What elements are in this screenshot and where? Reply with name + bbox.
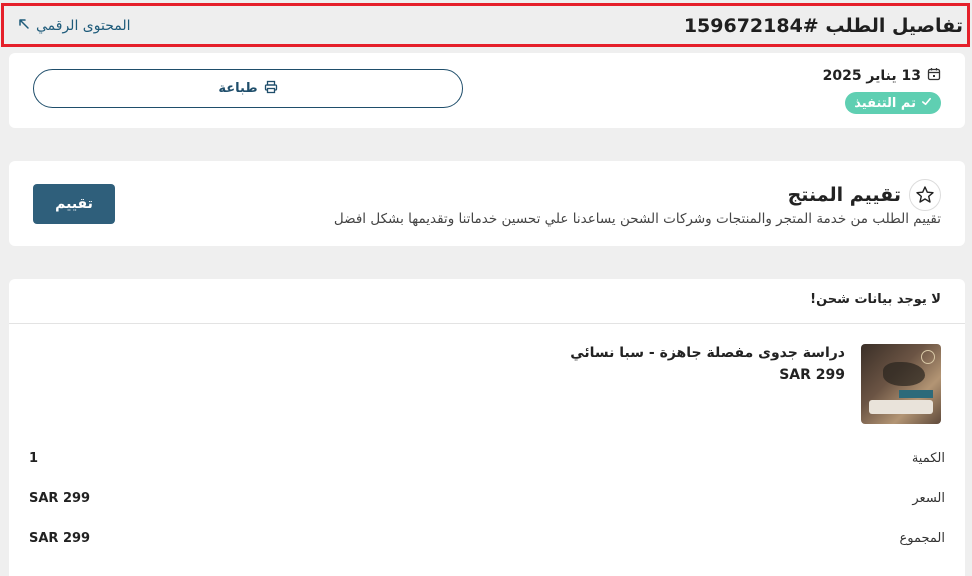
price-label: السعر (912, 491, 945, 506)
total-value: SAR 299 (29, 531, 91, 546)
product-price: SAR 299 (779, 367, 845, 383)
order-items-card: لا يوجد بيانات شحن! دراسة جدوى مفصلة جاه… (9, 279, 965, 576)
print-button[interactable]: طباعة (33, 69, 463, 108)
check-icon (921, 96, 932, 111)
star-icon (909, 179, 941, 211)
order-date-text: 13 يناير 2025 (822, 68, 921, 84)
calendar-icon (927, 67, 941, 85)
print-label: طباعة (218, 81, 258, 96)
product-image-tag (899, 390, 933, 398)
product-image-bed (869, 400, 933, 414)
no-shipping-data: لا يوجد بيانات شحن! (810, 292, 941, 307)
rate-button[interactable]: تقييم (33, 184, 115, 224)
divider (9, 323, 965, 324)
order-details-page: تفاصيل الطلب #159672184 المحتوى الرقمي 1… (0, 0, 972, 576)
quantity-label: الكمية (911, 451, 945, 466)
status-badge: تم التنفيذ (845, 92, 941, 114)
total-label: المجموع (899, 531, 945, 546)
page-title: تفاصيل الطلب #159672184 (683, 15, 963, 37)
order-info-card: 13 يناير 2025 تم التنفيذ طباعة (9, 53, 965, 128)
product-image-map (883, 362, 925, 386)
digital-content-label: المحتوى الرقمي (36, 18, 131, 34)
price-row: السعر SAR 299 (29, 491, 945, 511)
arrow-up-left-icon (18, 18, 30, 34)
status-text: تم التنفيذ (854, 95, 916, 111)
price-value: SAR 299 (29, 491, 91, 506)
product-rating-card: تقييم المنتج تقييم الطلب من خدمة المتجر … (9, 161, 965, 246)
order-header: تفاصيل الطلب #159672184 المحتوى الرقمي (1, 3, 970, 47)
order-date: 13 يناير 2025 (823, 67, 941, 85)
total-row: المجموع SAR 299 (29, 531, 945, 551)
printer-icon (264, 80, 278, 98)
rating-title: تقييم المنتج (787, 184, 901, 206)
product-image[interactable] (861, 344, 941, 424)
quantity-row: الكمية 1 (29, 451, 945, 471)
product-logo (921, 350, 935, 364)
digital-content-link[interactable]: المحتوى الرقمي (18, 18, 131, 34)
quantity-value: 1 (29, 451, 39, 466)
rating-description: تقييم الطلب من خدمة المتجر والمنتجات وشر… (333, 211, 941, 227)
product-name[interactable]: دراسة جدوى مفصلة جاهزة - سبا نسائي (570, 345, 845, 361)
rating-header: تقييم المنتج (788, 179, 941, 211)
